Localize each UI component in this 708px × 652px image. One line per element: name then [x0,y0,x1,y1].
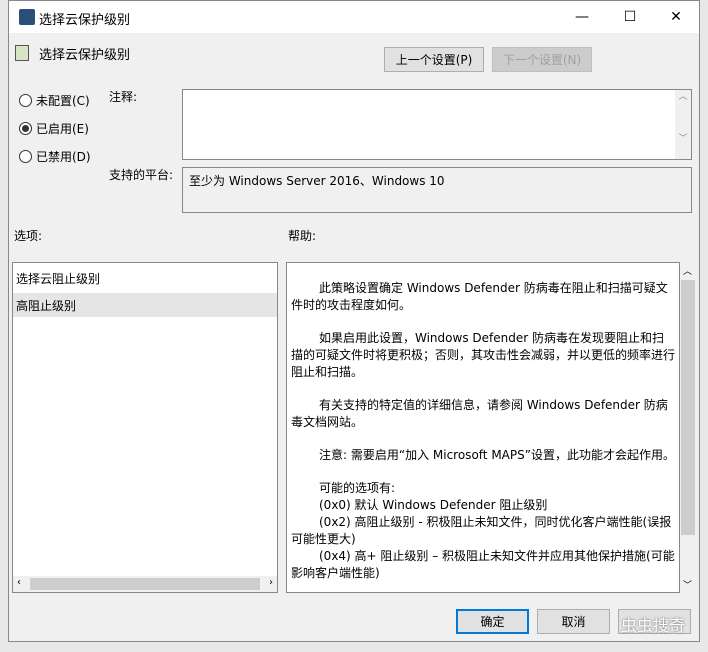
scroll-down-icon[interactable]: ﹀ [683,578,692,591]
help-label: 帮助: [288,229,317,243]
help-panel: 此策略设置确定 Windows Defender 防病毒在阻止和扫描可疑文件时的… [286,262,680,593]
watermark: 虫虫搜奇 [621,616,686,635]
prev-setting-button[interactable]: 上一个设置(P) [384,47,484,72]
radio-enabled[interactable]: 已启用(E) [19,120,89,137]
cloud-block-level-dropdown[interactable]: 高阻止级别 [13,293,277,317]
platform-value: 至少为 Windows Server 2016、Windows 10 [189,174,445,188]
minimize-button[interactable]: — [559,1,605,33]
options-horizontal-scrollbar[interactable]: ‹ › [13,576,277,592]
comment-input[interactable]: ︿ ﹀ [182,89,692,160]
options-panel: 选择云阻止级别 高阻止级别 ‹ › [12,262,278,593]
setting-title: 选择云保护级别 [39,48,131,63]
radio-disabled[interactable]: 已禁用(D) [19,148,91,165]
platform-field: 至少为 Windows Server 2016、Windows 10 [182,167,692,213]
scroll-left-icon[interactable]: ‹ [17,577,21,588]
close-button[interactable]: ✕ [653,1,699,33]
scroll-up-icon[interactable]: ︿ [683,264,692,277]
help-vertical-scrollbar[interactable]: ︿ ﹀ [680,262,696,593]
cloud-block-level-label: 选择云阻止级别 [16,272,101,286]
help-paragraph: 有关支持的特定值的详细信息，请参阅 Windows Defender 防病毒文档… [291,398,668,429]
window-title: 选择云保护级别 [39,13,131,28]
radio-circle [19,94,32,107]
help-paragraph: 此策略设置确定 Windows Defender 防病毒在阻止和扫描可疑文件时的… [291,281,668,312]
scroll-thumb[interactable] [681,280,695,535]
scroll-thumb[interactable] [30,578,260,590]
help-paragraph: 注意: 需要启用“加入 Microsoft MAPS”设置，此功能才会起作用。 [319,448,675,462]
help-paragraph: 如果启用此设置，Windows Defender 防病毒在发现要阻止和扫描的可疑… [291,331,676,379]
ok-button[interactable]: 确定 [456,609,529,634]
policy-icon [19,9,35,25]
help-list-item: (0x4) 高+ 阻止级别 – 积极阻止未知文件并应用其他保护措施(可能影响客户… [291,549,675,580]
radio-circle [19,122,32,135]
help-list-item: (0x2) 高阻止级别 - 积极阻止未知文件，同时优化客户端性能(误报可能性更大… [291,515,672,546]
options-label: 选项: [14,229,43,243]
cancel-button[interactable]: 取消 [537,609,610,634]
radio-not-configured[interactable]: 未配置(C) [19,92,90,109]
scroll-right-icon[interactable]: › [269,577,273,588]
next-setting-button[interactable]: 下一个设置(N) [492,47,592,72]
help-list-item: (0x0) 默认 Windows Defender 阻止级别 [319,498,548,512]
maximize-button[interactable]: ☐ [607,1,653,33]
setting-icon [15,45,29,61]
comment-scrollbar[interactable]: ︿ ﹀ [675,90,691,159]
help-list-title: 可能的选项有: [319,481,396,495]
platform-label: 支持的平台: [109,168,174,182]
policy-dialog: 选择云保护级别 — ☐ ✕ 选择云保护级别 上一个设置(P) 下一个设置(N) … [8,0,700,642]
comment-label: 注释: [109,90,138,104]
title-bar: 选择云保护级别 — ☐ ✕ [9,1,699,33]
radio-circle [19,150,32,163]
